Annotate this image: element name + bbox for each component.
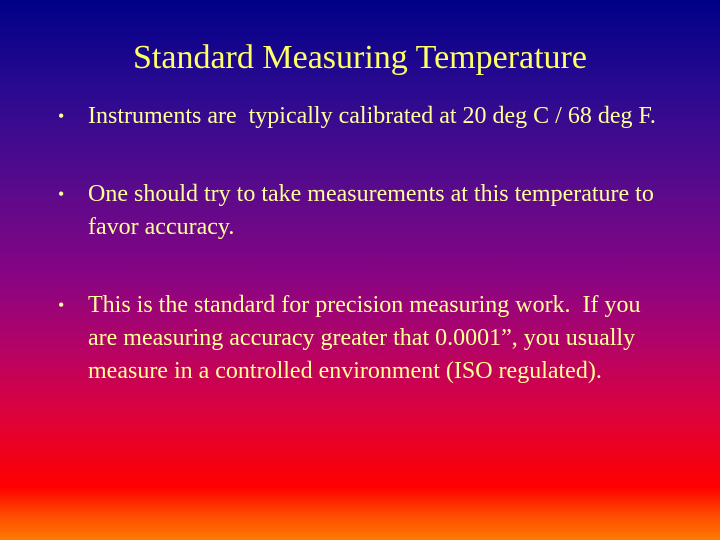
slide-title: Standard Measuring Temperature xyxy=(133,39,587,76)
bullet-item: • This is the standard for precision mea… xyxy=(58,289,658,388)
bullet-icon: • xyxy=(58,106,65,126)
bullet-item: • Instruments are typically calibrated a… xyxy=(58,100,658,133)
bullet-icon: • xyxy=(58,184,65,204)
bullet-text: This is the standard for precision measu… xyxy=(88,292,647,384)
slide: Standard Measuring Temperature • Instrum… xyxy=(0,0,720,540)
bullet-list: • Instruments are typically calibrated a… xyxy=(58,100,658,433)
bullet-text: One should try to take measurements at t… xyxy=(88,181,660,240)
bullet-item: • One should try to take measurements at… xyxy=(58,178,658,244)
bullet-icon: • xyxy=(58,295,65,315)
bullet-text: Instruments are typically calibrated at … xyxy=(88,103,656,129)
